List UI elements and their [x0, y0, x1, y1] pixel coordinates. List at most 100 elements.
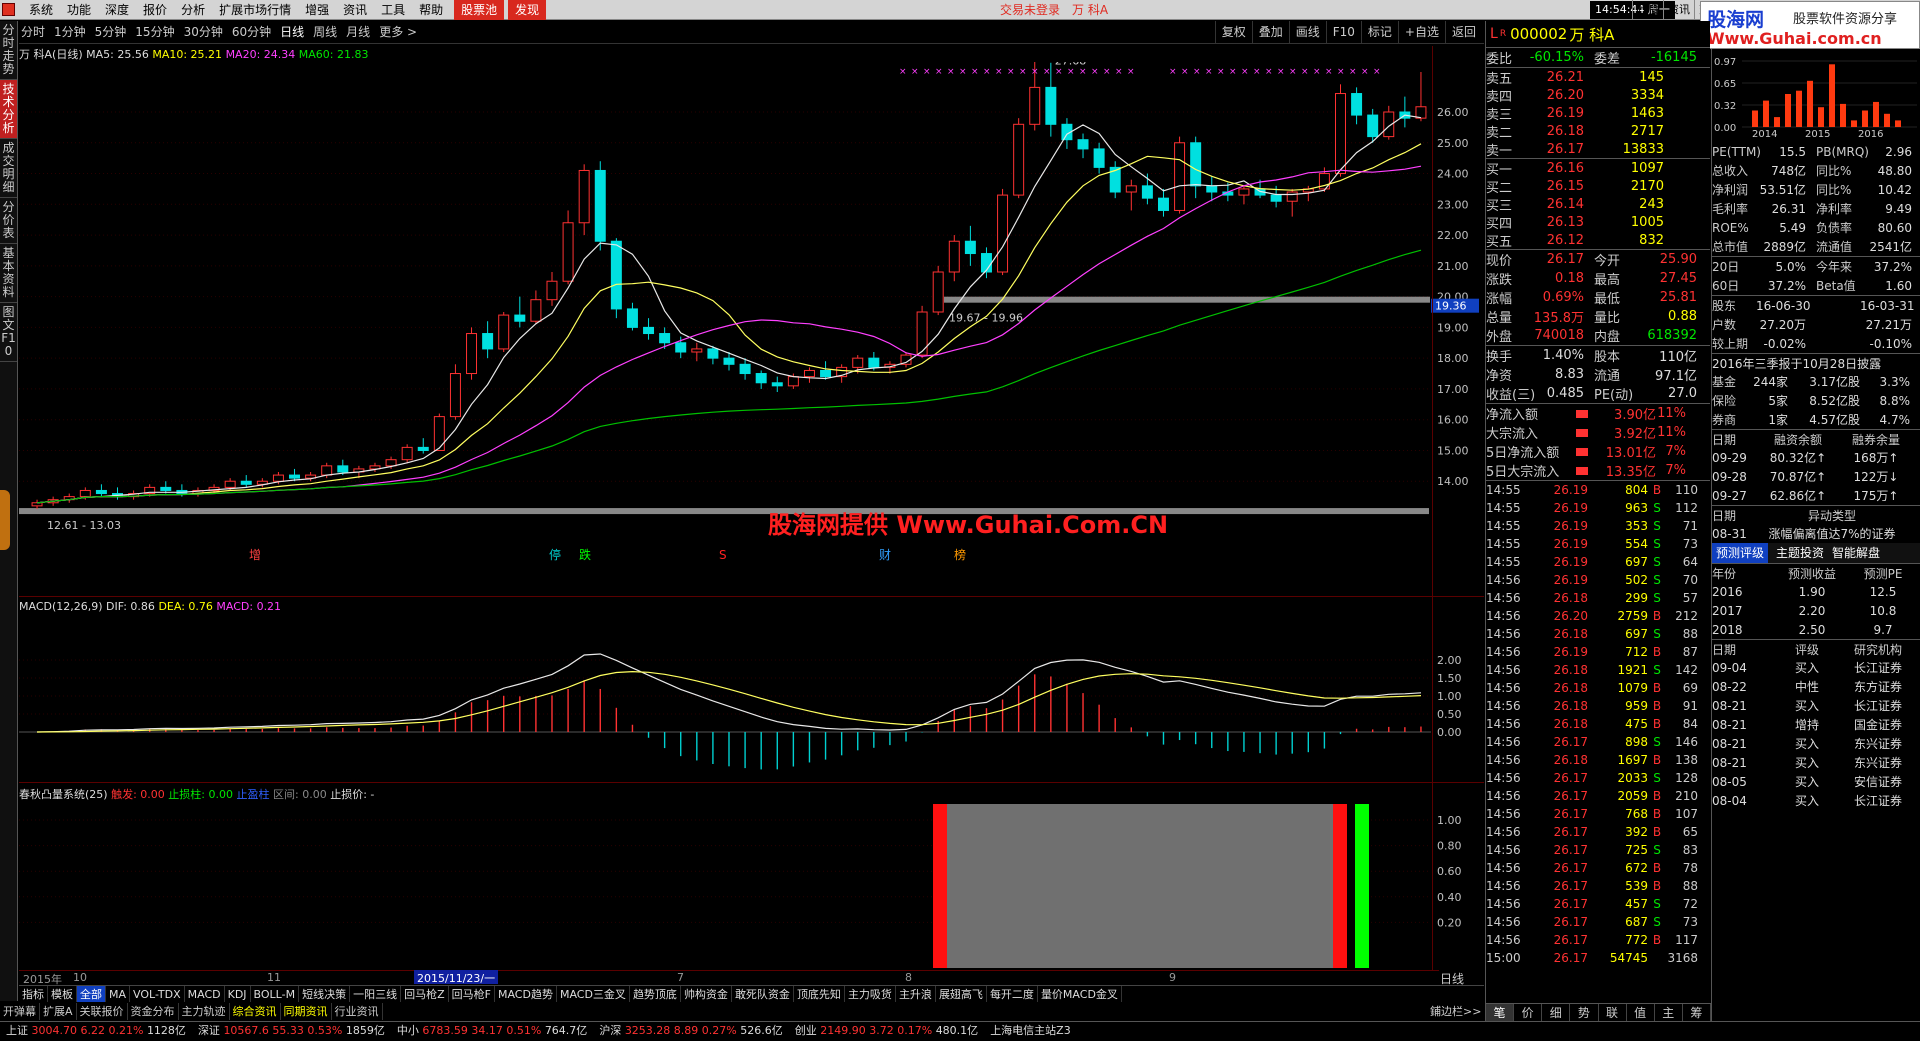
menu-function[interactable]: 功能 — [60, 0, 98, 20]
tab-trades[interactable]: 成交明细 — [0, 139, 17, 198]
period-tab[interactable]: 月线 — [346, 21, 370, 44]
macd-chart[interactable]: 2.00 1.50 1.00 0.50 0.00 — [19, 612, 1479, 782]
period-tab[interactable]: 15分钟 — [135, 21, 174, 44]
formula-tab[interactable]: 模板 — [48, 986, 77, 1002]
menu-system[interactable]: 系统 — [22, 0, 60, 20]
formula-tab[interactable]: MACD三金叉 — [557, 986, 630, 1002]
formula-tab[interactable]: 每开二度 — [987, 986, 1038, 1002]
institution-row: 基金 244家 3.17亿股 3.3% — [1712, 372, 1920, 391]
index-item[interactable]: 上证 3004.70 6.22 0.21% 1128亿 — [0, 1022, 192, 1041]
formula-tab[interactable]: 回马枪Z — [401, 986, 449, 1002]
function-tab[interactable]: 主力轨迹 — [179, 1003, 230, 1020]
function-tab[interactable]: 综合资讯 — [230, 1003, 281, 1020]
signal-mark: × — [1277, 67, 1285, 77]
tick-tab[interactable]: 细 — [1542, 1004, 1571, 1021]
menu-tools[interactable]: 工具 — [374, 0, 412, 20]
function-tab[interactable]: 行业资讯 — [332, 1003, 383, 1020]
formula-tab[interactable]: 指标 — [19, 986, 48, 1002]
formula-tab[interactable]: 主力吸货 — [845, 986, 896, 1002]
function-tab[interactable]: 同期资讯 — [281, 1003, 332, 1020]
formula-tab[interactable]: 顶底先知 — [794, 986, 845, 1002]
menu-analysis[interactable]: 分析 — [174, 0, 212, 20]
index-item[interactable]: 沪深 3253.28 8.89 0.27% 526.6亿 — [593, 1022, 788, 1041]
menu-extended-market[interactable]: 扩展市场行情 — [212, 0, 298, 20]
tick-row: 14:56 26.19 712 B 87 — [1486, 643, 1710, 661]
period-tab[interactable]: 30分钟 — [184, 21, 223, 44]
ma5-line — [36, 114, 1422, 504]
formula-tab[interactable]: MACD — [185, 986, 225, 1002]
index-item[interactable]: 创业 2149.90 3.72 0.17% 480.1亿 — [789, 1022, 984, 1041]
formula-tab[interactable]: 一阳三线 — [350, 986, 402, 1002]
info-button[interactable]: 资讯 — [1663, 0, 1694, 20]
overlay-button[interactable]: 叠加 — [1251, 21, 1289, 44]
divider — [19, 596, 1484, 597]
index-item[interactable]: 中小 6783.59 34.17 0.51% 764.7亿 — [391, 1022, 593, 1041]
function-tab[interactable]: 扩展A — [40, 1003, 77, 1020]
collapse-handle[interactable] — [0, 490, 10, 550]
tab-technical[interactable]: 技术分析 — [0, 80, 17, 139]
formula-tab[interactable]: 敢死队资金 — [732, 986, 794, 1002]
tick-tab[interactable]: 主 — [1655, 1004, 1683, 1021]
tick-tab[interactable]: 价 — [1514, 1004, 1543, 1021]
menu-enhance[interactable]: 增强 — [298, 0, 336, 20]
period-tab[interactable]: 5分钟 — [95, 21, 127, 44]
menu-help[interactable]: 帮助 — [412, 0, 450, 20]
formula-tab[interactable]: MACD趋势 — [495, 986, 557, 1002]
formula-tab[interactable]: 短线决策 — [299, 986, 351, 1002]
menu-depth[interactable]: 深度 — [98, 0, 136, 20]
tab-forecast[interactable]: 预测评级 — [1712, 543, 1769, 563]
tick-tab[interactable]: 筹 — [1683, 1004, 1711, 1021]
menu-news[interactable]: 资讯 — [336, 0, 374, 20]
stat-value: 27.0 — [1668, 386, 1697, 401]
formula-tab[interactable]: 趋势顶底 — [630, 986, 681, 1002]
formula-tab[interactable]: VOL-TDX — [130, 986, 185, 1002]
adjust-button[interactable]: 复权 — [1214, 21, 1252, 44]
discover-button[interactable]: 发现 — [508, 0, 547, 20]
system-chart[interactable]: 1.00 0.80 0.60 0.40 0.20 — [19, 798, 1479, 968]
menu-quote[interactable]: 报价 — [136, 0, 174, 20]
function-tab[interactable]: 关联报价 — [77, 1003, 128, 1020]
mark-button[interactable]: 标记 — [1360, 21, 1398, 44]
f10-button[interactable]: F10 — [1325, 21, 1361, 44]
formula-tab[interactable]: KDJ — [225, 986, 251, 1002]
period-tab[interactable]: 60分钟 — [232, 21, 271, 44]
function-tab[interactable]: 资金分布 — [128, 1003, 179, 1020]
stock-pool-button[interactable]: 股票池 — [454, 0, 505, 20]
period-tab[interactable]: 1分钟 — [54, 21, 86, 44]
tick-side: S — [1653, 663, 1661, 677]
tab-theme[interactable]: 主题投资 — [1776, 543, 1824, 563]
formula-tab[interactable]: 量价MACD金叉 — [1038, 986, 1122, 1002]
tick-volume: 963 — [1625, 501, 1648, 515]
formula-tab[interactable]: 展翅高飞 — [936, 986, 987, 1002]
formula-tab[interactable]: 主升浪 — [896, 986, 936, 1002]
period-tab[interactable]: 周线 — [313, 21, 337, 44]
back-button[interactable]: 返回 — [1444, 21, 1482, 44]
tick-tab[interactable]: 势 — [1570, 1004, 1599, 1021]
tab-fundamentals[interactable]: 基本资料 — [0, 244, 17, 303]
tick-tab[interactable]: 联 — [1599, 1004, 1627, 1021]
header-cell: 评级 — [1794, 642, 1819, 657]
formula-tab[interactable]: 帅构资金 — [681, 986, 732, 1002]
market-button[interactable]: 行情 — [1632, 0, 1663, 20]
formula-tab[interactable]: 全部 — [77, 986, 106, 1002]
draw-button[interactable]: 画线 — [1288, 21, 1326, 44]
tab-smart[interactable]: 智能解盘 — [1832, 543, 1880, 563]
tick-tab[interactable]: 笔 — [1486, 1004, 1515, 1021]
formula-tab[interactable]: 回马枪F — [449, 986, 495, 1002]
period-tab[interactable]: 分时 — [21, 21, 45, 44]
inst-count: 244家 — [1753, 375, 1788, 389]
tab-intraday[interactable]: 分时走势 — [0, 21, 17, 80]
signal-mark: × — [1103, 67, 1111, 77]
tab-f10[interactable]: 图文F10 — [0, 303, 17, 362]
formula-tab[interactable]: MA — [106, 986, 131, 1002]
formula-tab[interactable]: BOLL-M — [251, 986, 300, 1002]
function-tab[interactable]: 开弹幕 — [0, 1003, 40, 1020]
add-watchlist-button[interactable]: +自选 — [1397, 21, 1445, 44]
kline-chart[interactable]: 26.0025.0024.0023.0022.0021.0020.0019.00… — [19, 62, 1479, 572]
sidebar-toggle[interactable]: 鋪边栏>> — [1430, 1003, 1481, 1020]
tab-price-table[interactable]: 分价表 — [0, 198, 17, 244]
index-item[interactable]: 深证 10567.6 55.33 0.53% 1859亿 — [192, 1022, 391, 1041]
period-more[interactable]: 更多 > — [379, 21, 417, 44]
period-tab-selected[interactable]: 日线 — [280, 21, 304, 44]
tick-tab[interactable]: 值 — [1627, 1004, 1655, 1021]
